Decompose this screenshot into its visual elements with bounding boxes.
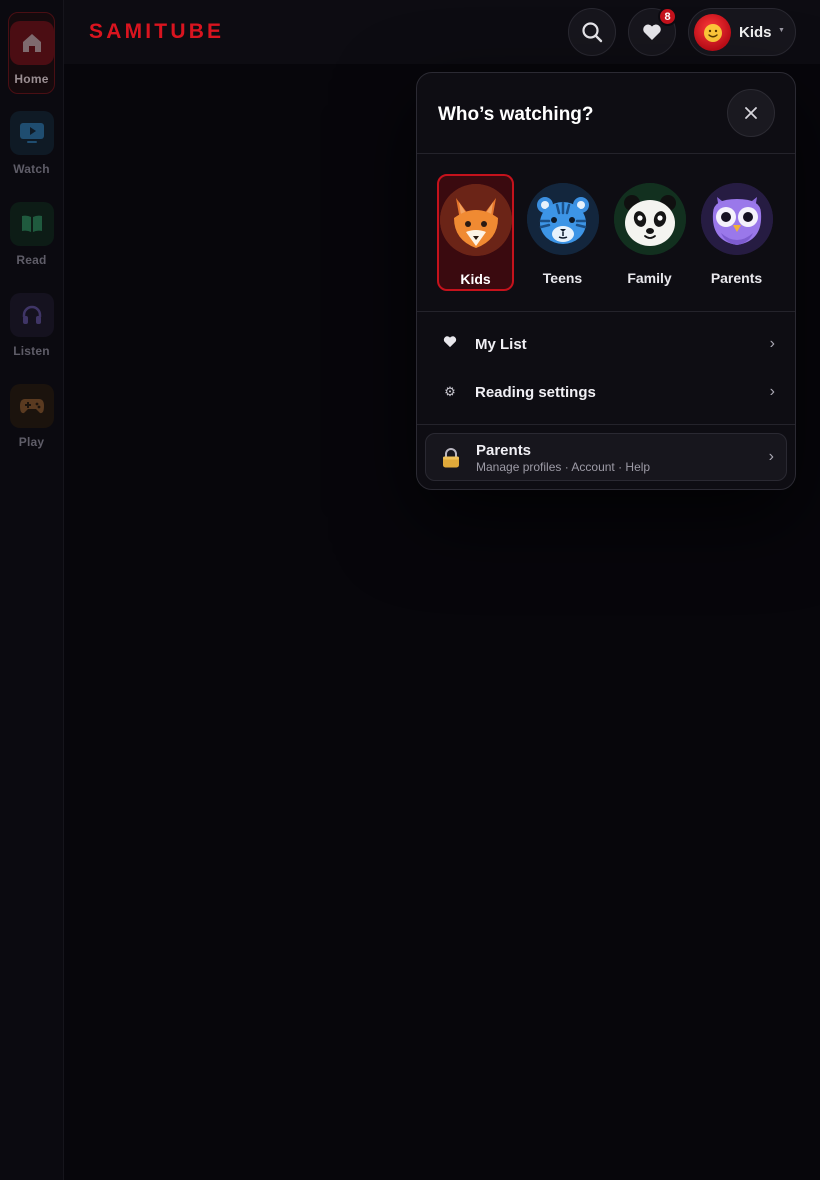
sidebar: Home Watch Read Listen Play bbox=[0, 0, 64, 1180]
chevron-right-icon: › bbox=[768, 448, 774, 465]
chevron-right-icon: › bbox=[769, 335, 775, 352]
menu-item-label: My List bbox=[475, 335, 527, 353]
divider bbox=[417, 153, 795, 154]
lock-icon bbox=[442, 448, 460, 473]
profile-name: Teens bbox=[542, 270, 583, 286]
heart-icon bbox=[442, 335, 458, 353]
sidebar-item-label: Listen bbox=[13, 344, 50, 358]
home-icon bbox=[9, 21, 54, 65]
gamepad-icon bbox=[9, 384, 54, 428]
caret-down-icon: ▼ bbox=[778, 27, 785, 34]
sidebar-item-label: Read bbox=[16, 253, 47, 267]
sidebar-item-listen[interactable]: Listen bbox=[8, 285, 55, 367]
sidebar-item-read[interactable]: Read bbox=[8, 194, 55, 276]
favorites-button[interactable]: 8 bbox=[628, 7, 677, 56]
sidebar-item-home[interactable]: Home bbox=[8, 12, 55, 94]
profile-switcher-popover: Who’s watching? Kids Teens Family Parent… bbox=[416, 72, 796, 490]
menu-item-reading-settings[interactable]: ⚙ Reading settings › bbox=[417, 370, 795, 414]
profile-family[interactable]: Family bbox=[611, 174, 688, 291]
sidebar-item-play[interactable]: Play bbox=[8, 376, 55, 458]
divider bbox=[417, 424, 795, 425]
profile-name: Family bbox=[627, 270, 672, 286]
app-logo[interactable]: SAMITUBE bbox=[89, 20, 224, 44]
headphones-icon bbox=[9, 293, 54, 337]
search-button[interactable] bbox=[568, 8, 616, 56]
parents-title: Parents bbox=[476, 442, 532, 459]
menu-item-my-list[interactable]: My List › bbox=[417, 322, 795, 366]
divider bbox=[417, 311, 795, 312]
tiger-icon bbox=[526, 183, 599, 255]
current-profile-name: Kids bbox=[739, 24, 772, 41]
parents-subtitle: Manage profiles · Account · Help bbox=[476, 460, 651, 474]
fox-icon bbox=[439, 184, 512, 256]
favorites-count-badge: 8 bbox=[658, 7, 677, 26]
panda-icon bbox=[613, 183, 686, 255]
close-button[interactable] bbox=[727, 89, 775, 137]
profile-kids[interactable]: Kids bbox=[437, 174, 514, 291]
search-icon bbox=[582, 22, 603, 43]
profile-parents[interactable]: Parents bbox=[698, 174, 775, 291]
profile-teens[interactable]: Teens bbox=[524, 174, 601, 291]
parents-settings-button[interactable]: Parents Manage profiles · Account · Help… bbox=[425, 433, 787, 481]
sidebar-item-label: Home bbox=[14, 72, 49, 86]
heart-icon bbox=[643, 24, 661, 40]
owl-icon bbox=[700, 183, 773, 255]
sidebar-item-label: Play bbox=[18, 435, 45, 449]
tv-icon bbox=[9, 111, 54, 155]
gear-icon: ⚙ bbox=[444, 384, 456, 399]
sidebar-item-label: Watch bbox=[13, 162, 50, 176]
close-icon bbox=[745, 107, 757, 119]
sidebar-item-watch[interactable]: Watch bbox=[8, 103, 55, 185]
profile-name: Parents bbox=[710, 270, 763, 286]
popover-title: Who’s watching? bbox=[438, 104, 594, 125]
top-bar: SAMITUBE 8 Kids ▼ bbox=[64, 0, 820, 64]
profile-switcher-button[interactable]: Kids ▼ bbox=[688, 8, 796, 56]
menu-item-label: Reading settings bbox=[475, 383, 596, 401]
avatar bbox=[694, 14, 731, 51]
book-icon bbox=[9, 202, 54, 246]
profile-name: Kids bbox=[460, 271, 491, 287]
smiley-icon bbox=[703, 23, 722, 42]
chevron-right-icon: › bbox=[769, 383, 775, 400]
